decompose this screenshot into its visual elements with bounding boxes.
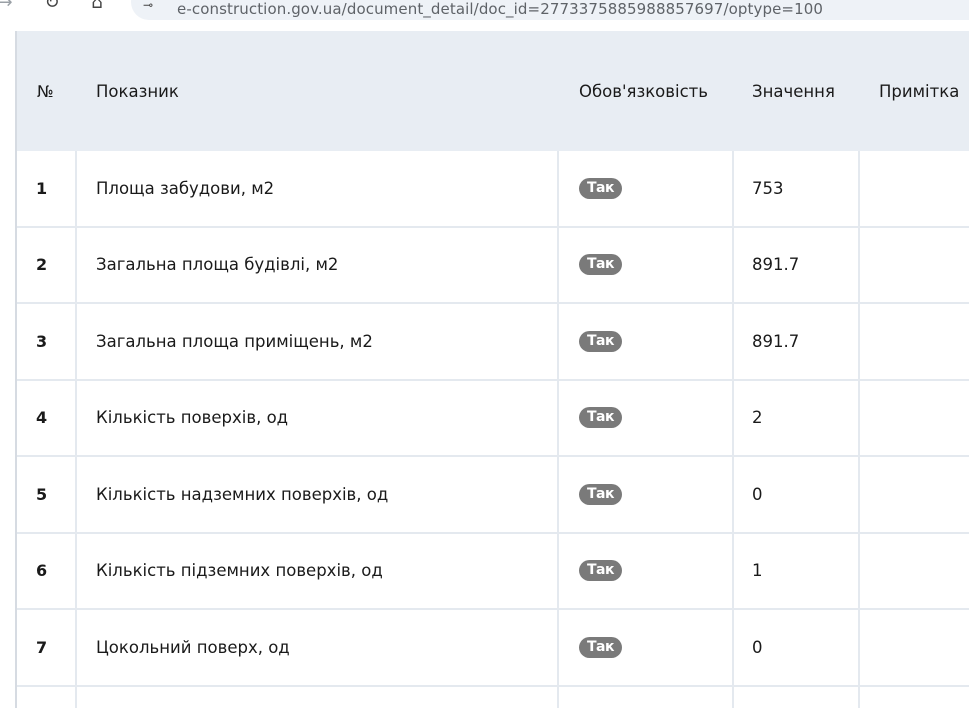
browser-toolbar: → ↻ ⌂ ⊸ e-construction.gov.ua/document_d… — [0, 0, 969, 20]
row-mandatory: Так — [579, 457, 622, 532]
row-mandatory: Так — [579, 151, 622, 226]
row-value: 0 — [752, 484, 763, 504]
row-value: 891.7 — [752, 255, 800, 275]
row-value: 891.7 — [752, 331, 800, 351]
row-mandatory: Так — [579, 381, 622, 456]
mandatory-badge: Так — [579, 177, 622, 199]
home-icon[interactable]: ⌂ — [86, 0, 108, 14]
row-number: 5 — [36, 484, 48, 504]
mandatory-badge: Так — [579, 254, 622, 276]
table-body: 1 Площа забудови, м2 Так 753 2 Загальна … — [17, 151, 969, 687]
reload-icon[interactable]: ↻ — [41, 0, 63, 14]
row-number: 7 — [36, 637, 48, 657]
table-row: 1 Площа забудови, м2 Так 753 — [17, 151, 969, 228]
row-mandatory: Так — [579, 304, 622, 379]
column-divider — [75, 151, 77, 708]
mandatory-badge: Так — [579, 483, 622, 505]
row-number: 3 — [36, 331, 48, 351]
row-mandatory: Так — [579, 228, 622, 303]
address-bar[interactable]: ⊸ e-construction.gov.ua/document_detail/… — [131, 0, 969, 20]
row-value: 1 — [752, 561, 763, 581]
arrow-left-icon[interactable]: → — [0, 0, 16, 14]
row-indicator: Кількість підземних поверхів, од — [96, 561, 383, 581]
column-divider — [732, 151, 734, 708]
header-indicator: Показник — [96, 81, 179, 101]
mandatory-badge: Так — [579, 330, 622, 352]
row-indicator: Кількість надземних поверхів, од — [96, 484, 389, 504]
row-indicator: Загальна площа приміщень, м2 — [96, 331, 373, 351]
table-row: 6 Кількість підземних поверхів, од Так 1 — [17, 534, 969, 610]
table-row: 3 Загальна площа приміщень, м2 Так 891.7 — [17, 304, 969, 381]
row-number: 6 — [36, 561, 48, 581]
table-row: 7 Цокольний поверх, од Так 0 — [17, 610, 969, 687]
site-settings-icon[interactable]: ⊸ — [143, 0, 161, 12]
header-value: Значення — [752, 81, 835, 101]
table-row: 4 Кількість поверхів, од Так 2 — [17, 381, 969, 457]
header-note: Примітка — [879, 81, 960, 101]
row-indicator: Площа забудови, м2 — [96, 178, 275, 198]
column-divider — [557, 151, 559, 708]
indicators-table: № Показник Обов'язковість Значення Примі… — [17, 31, 969, 708]
row-value: 753 — [752, 178, 784, 198]
table-row: 5 Кількість надземних поверхів, од Так 0 — [17, 457, 969, 534]
table-header: № Показник Обов'язковість Значення Примі… — [17, 31, 969, 151]
header-num: № — [37, 81, 54, 101]
row-number: 4 — [36, 408, 48, 428]
row-number: 1 — [36, 178, 48, 198]
mandatory-badge: Так — [579, 560, 622, 582]
table-row: 2 Загальна площа будівлі, м2 Так 891.7 — [17, 228, 969, 304]
row-value: 2 — [752, 408, 763, 428]
row-indicator: Цокольний поверх, од — [96, 637, 290, 657]
row-indicator: Загальна площа будівлі, м2 — [96, 255, 339, 275]
mandatory-badge: Так — [579, 636, 622, 658]
row-number: 2 — [36, 255, 48, 275]
row-indicator: Кількість поверхів, од — [96, 408, 289, 428]
header-mandatory: Обов'язковість — [579, 81, 708, 101]
row-mandatory: Так — [579, 534, 622, 609]
row-mandatory: Так — [579, 610, 622, 685]
row-value: 0 — [752, 637, 763, 657]
mandatory-badge: Так — [579, 407, 622, 429]
column-divider — [858, 151, 860, 708]
url-text[interactable]: e-construction.gov.ua/document_detail/do… — [177, 0, 823, 18]
